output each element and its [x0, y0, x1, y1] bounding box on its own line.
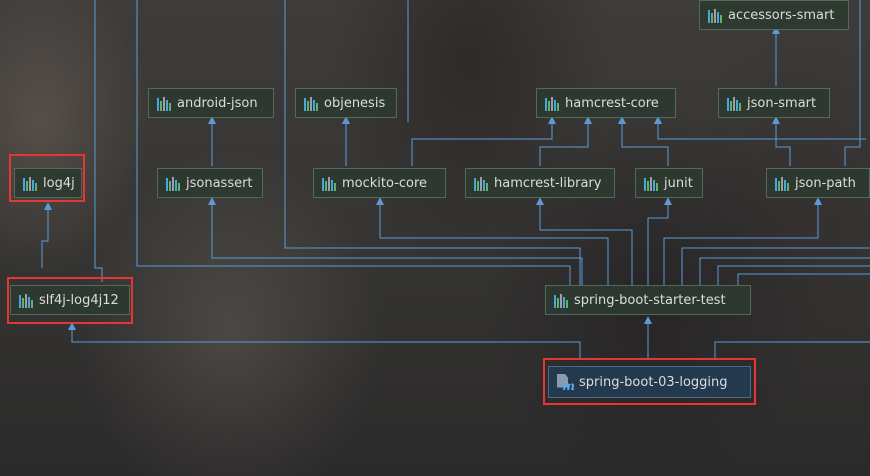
node-hamcrest-core[interactable]: hamcrest-core	[536, 88, 676, 118]
library-icon	[708, 8, 722, 23]
edge-line	[717, 265, 870, 285]
library-icon	[554, 293, 568, 308]
highlight-root	[543, 358, 756, 405]
node-label: mockito-core	[342, 175, 428, 191]
edge-starter-mockito	[376, 197, 609, 285]
edge-line	[699, 257, 870, 285]
node-mockito-core[interactable]: mockito-core	[313, 168, 446, 198]
edge-starter-junit	[647, 197, 672, 285]
node-label: json-smart	[747, 95, 817, 111]
library-icon	[157, 96, 171, 111]
node-jsonassert[interactable]: jsonassert	[157, 168, 263, 198]
edge-line	[284, 0, 581, 285]
node-spring-boot-starter-test[interactable]: spring-boot-starter-test	[545, 285, 751, 315]
node-label: jsonassert	[186, 175, 253, 191]
node-android-json[interactable]: android-json	[148, 88, 274, 118]
edge-starter-jsonassert	[208, 197, 583, 285]
node-label: hamcrest-library	[494, 175, 602, 191]
edge-hamlib-hamcore	[539, 116, 592, 166]
node-label: spring-boot-starter-test	[574, 292, 726, 308]
node-label: json-path	[795, 175, 856, 191]
node-hamcrest-library[interactable]: hamcrest-library	[465, 168, 615, 198]
library-icon	[775, 176, 789, 191]
highlight-slf4j-log4j12	[7, 277, 133, 324]
edge-line	[94, 0, 103, 282]
library-icon	[322, 176, 336, 191]
library-icon	[644, 176, 658, 191]
edge-hamcore-right	[654, 116, 866, 140]
node-label: junit	[664, 175, 693, 191]
node-label: android-json	[177, 95, 258, 111]
edge-starter-jsonpath	[663, 197, 822, 285]
node-label: hamcrest-core	[565, 95, 659, 111]
edge-root-slf4j	[68, 322, 581, 360]
library-icon	[727, 96, 741, 111]
node-json-smart[interactable]: json-smart	[718, 88, 830, 118]
edge-line	[136, 0, 571, 285]
edge-log4j	[41, 202, 52, 268]
node-json-path[interactable]: json-path	[766, 168, 870, 198]
library-icon	[304, 96, 318, 111]
node-junit[interactable]: junit	[635, 168, 703, 198]
node-label: objenesis	[324, 95, 386, 111]
edge-mockito-hamcore	[411, 116, 556, 166]
node-accessors-smart[interactable]: accessors-smart	[699, 0, 849, 30]
edge-jsonpath-jsonsmart	[772, 116, 791, 166]
library-icon	[474, 176, 488, 191]
library-icon	[545, 96, 559, 111]
library-icon	[166, 176, 180, 191]
edge-line	[737, 273, 870, 285]
edge-starter-hamlib	[536, 197, 633, 285]
edge-junit-hamcore	[618, 116, 669, 166]
highlight-log4j	[9, 154, 85, 202]
node-objenesis[interactable]: objenesis	[295, 88, 397, 118]
node-label: accessors-smart	[728, 7, 835, 23]
